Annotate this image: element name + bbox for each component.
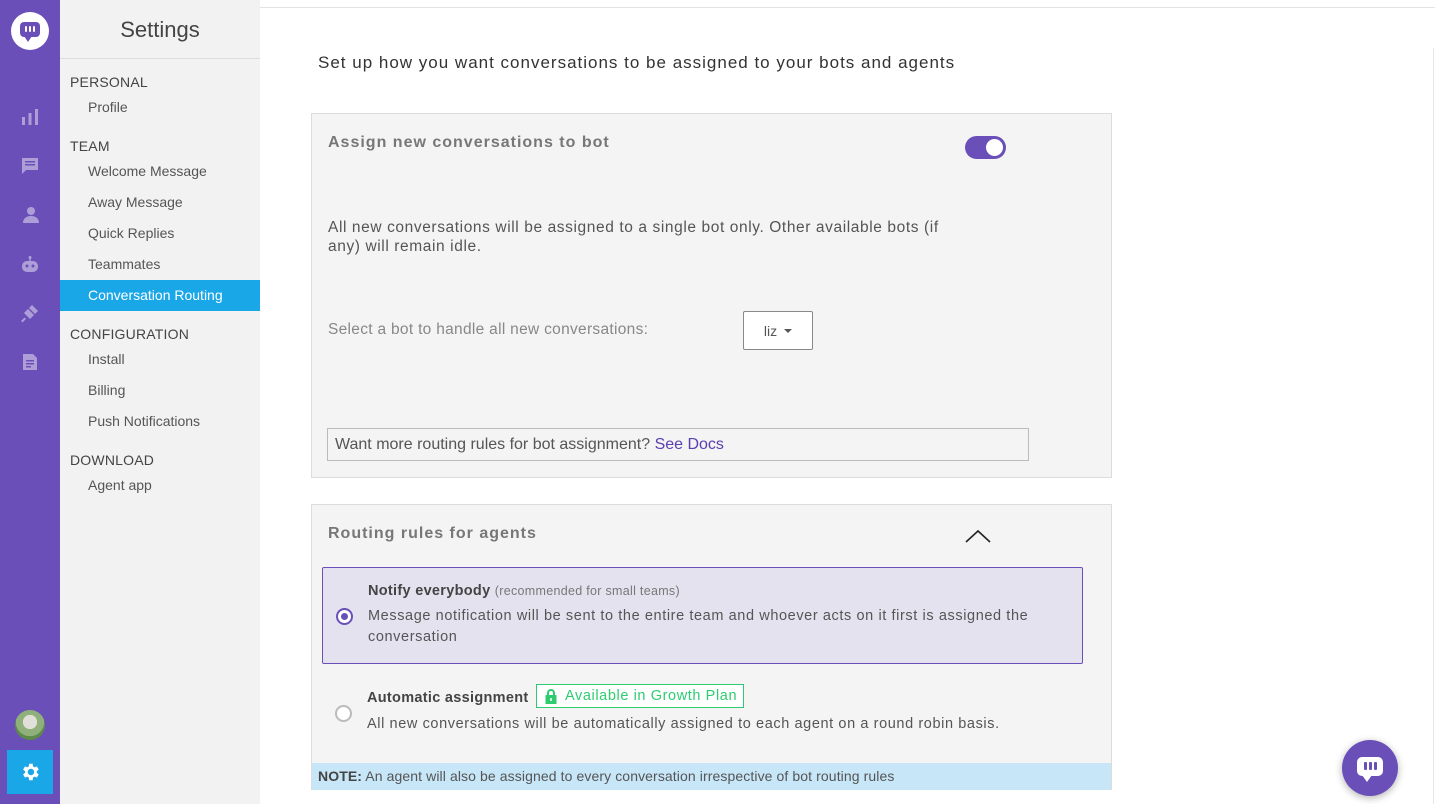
caret-down-icon: [784, 328, 793, 333]
note-label: NOTE:: [318, 768, 363, 784]
top-divider: [260, 0, 1435, 8]
bot-select-label: Select a bot to handle all new conversat…: [328, 321, 649, 338]
sidebar-item-quick-replies[interactable]: Quick Replies: [60, 218, 260, 249]
reports-icon[interactable]: [20, 352, 40, 372]
sidebar-title: Settings: [60, 0, 260, 59]
option-description: All new conversations will be automatica…: [367, 716, 1000, 732]
conversations-icon[interactable]: [20, 156, 40, 176]
sidebar-item-away-message[interactable]: Away Message: [60, 187, 260, 218]
sidebar-item-install[interactable]: Install: [60, 344, 260, 375]
option-subtitle: (recommended for small teams): [494, 584, 680, 598]
agent-routing-card: Routing rules for agents Notify everybod…: [311, 504, 1112, 790]
toggle-knob: [986, 139, 1003, 156]
option-title-text: Notify everybody: [368, 583, 491, 599]
sidebar-item-push-notifications[interactable]: Push Notifications: [60, 406, 260, 437]
sidebar-item-profile[interactable]: Profile: [60, 92, 260, 123]
see-docs-link[interactable]: See Docs: [655, 436, 724, 453]
sidebar-item-conversation-routing[interactable]: Conversation Routing: [60, 280, 260, 311]
settings-button[interactable]: [7, 750, 53, 794]
docs-info-box: Want more routing rules for bot assignme…: [327, 428, 1029, 461]
analytics-icon[interactable]: [20, 107, 40, 127]
users-icon[interactable]: [20, 205, 40, 225]
growth-plan-badge[interactable]: Available in Growth Plan: [536, 684, 745, 708]
section-configuration: CONFIGURATION: [70, 326, 190, 342]
option-title-text: Automatic assignment: [367, 690, 529, 706]
section-personal: PERSONAL: [70, 74, 148, 90]
bot-select-dropdown[interactable]: liz: [743, 311, 813, 350]
bot-assignment-card: Assign new conversations to bot All new …: [311, 113, 1112, 478]
logo-icon[interactable]: [11, 12, 49, 50]
sidebar-item-billing[interactable]: Billing: [60, 375, 260, 406]
bot-card-description: All new conversations will be assigned t…: [328, 219, 939, 255]
option-title: Notify everybody (recommended for small …: [368, 583, 680, 599]
routing-note: NOTE: An agent will also be assigned to …: [312, 763, 1111, 790]
chat-launcher-button[interactable]: [1342, 740, 1398, 796]
bot-select-value: liz: [763, 322, 778, 339]
option-description: Message notification will be sent to the…: [368, 608, 1029, 645]
section-team: TEAM: [70, 138, 110, 154]
settings-gear-icon: [23, 763, 39, 781]
note-text: An agent will also be assigned to every …: [365, 768, 895, 784]
sidebar-item-teammates[interactable]: Teammates: [60, 249, 260, 280]
bot-card-title: Assign new conversations to bot: [328, 134, 610, 151]
section-download: DOWNLOAD: [70, 452, 155, 468]
sidebar-item-welcome-message[interactable]: Welcome Message: [60, 156, 260, 187]
sidebar-item-agent-app[interactable]: Agent app: [60, 470, 260, 501]
scrollbar-track[interactable]: [1433, 48, 1434, 804]
radio-automatic-assignment[interactable]: [335, 705, 352, 722]
chat-icon: [1357, 757, 1383, 782]
avatar[interactable]: [15, 710, 45, 740]
bot-icon[interactable]: [20, 255, 40, 275]
page-heading: Set up how you want conversations to be …: [318, 53, 956, 72]
agent-card-title: Routing rules for agents: [328, 525, 537, 542]
icon-rail: [0, 0, 60, 804]
bot-assignment-toggle[interactable]: [965, 136, 1006, 159]
settings-sidebar: Settings PERSONAL Profile TEAM Welcome M…: [60, 0, 260, 804]
option-automatic-assignment[interactable]: Automatic assignment Available in Growth…: [322, 681, 1083, 743]
docs-text: Want more routing rules for bot assignme…: [335, 436, 651, 453]
lock-icon: [544, 689, 558, 704]
option-notify-everybody[interactable]: Notify everybody (recommended for small …: [322, 567, 1083, 664]
growth-plan-badge-text: Available in Growth Plan: [565, 688, 738, 704]
radio-notify-everybody[interactable]: [336, 608, 353, 625]
integrations-icon[interactable]: [20, 303, 40, 323]
chevron-up-icon[interactable]: [964, 527, 992, 545]
